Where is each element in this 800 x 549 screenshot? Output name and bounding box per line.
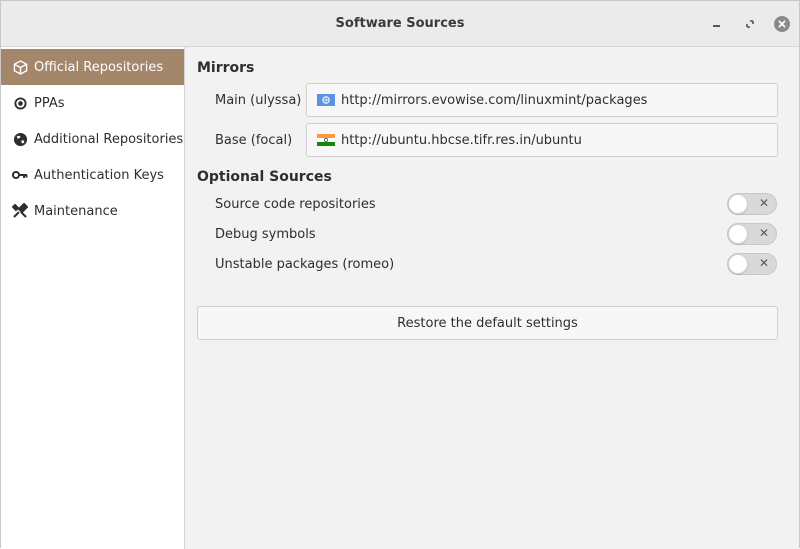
sidebar-item-label: PPAs bbox=[34, 95, 65, 111]
toggle-off-icon: ✕ bbox=[758, 196, 769, 210]
debug-symbols-label: Debug symbols bbox=[215, 227, 316, 242]
titlebar[interactable]: Software Sources bbox=[1, 1, 799, 47]
window-title: Software Sources bbox=[335, 16, 465, 31]
sidebar-item-official-repositories[interactable]: Official Repositories bbox=[1, 49, 184, 85]
restore-icon bbox=[746, 20, 754, 28]
optional-sources-heading: Optional Sources bbox=[197, 169, 332, 185]
main-mirror-url: http://mirrors.evowise.com/linuxmint/pac… bbox=[341, 92, 648, 108]
sidebar: Official Repositories PPAs Additional Re… bbox=[1, 47, 185, 549]
unstable-packages-label: Unstable packages (romeo) bbox=[215, 257, 395, 272]
debug-symbols-toggle[interactable]: ✕ bbox=[727, 223, 777, 245]
base-mirror-label: Base (focal) bbox=[215, 133, 293, 148]
ppa-icon bbox=[12, 95, 28, 111]
main-mirror-button[interactable]: http://mirrors.evowise.com/linuxmint/pac… bbox=[306, 83, 778, 117]
india-flag-icon bbox=[317, 134, 335, 146]
sidebar-item-ppas[interactable]: PPAs bbox=[1, 85, 184, 121]
main-mirror-label: Main (ulyssa) bbox=[215, 93, 302, 108]
key-icon bbox=[12, 167, 28, 183]
sidebar-item-label: Official Repositories bbox=[34, 59, 164, 75]
base-mirror-url: http://ubuntu.hbcse.tifr.res.in/ubuntu bbox=[341, 132, 582, 148]
sidebar-item-authentication-keys[interactable]: Authentication Keys bbox=[1, 157, 184, 193]
minimize-button[interactable] bbox=[707, 14, 727, 34]
un-flag-icon bbox=[317, 94, 335, 106]
close-button[interactable] bbox=[772, 14, 792, 34]
sidebar-item-additional-repositories[interactable]: Additional Repositories bbox=[1, 121, 184, 157]
base-mirror-button[interactable]: http://ubuntu.hbcse.tifr.res.in/ubuntu bbox=[306, 123, 778, 157]
globe-icon bbox=[12, 131, 28, 147]
sidebar-item-label: Additional Repositories bbox=[34, 131, 184, 147]
maximize-button[interactable] bbox=[740, 14, 760, 34]
mirrors-heading: Mirrors bbox=[197, 60, 255, 76]
main-content: Mirrors Main (ulyssa) http://mirrors.evo… bbox=[185, 47, 799, 549]
toggle-off-icon: ✕ bbox=[758, 226, 769, 240]
toggle-knob bbox=[728, 254, 748, 274]
restore-defaults-button[interactable]: Restore the default settings bbox=[197, 306, 778, 340]
minimize-icon bbox=[713, 25, 720, 27]
sidebar-item-label: Maintenance bbox=[34, 203, 118, 219]
unstable-packages-toggle[interactable]: ✕ bbox=[727, 253, 777, 275]
toggle-off-icon: ✕ bbox=[758, 256, 769, 270]
software-sources-window: Software Sources Official Repositories P… bbox=[0, 0, 800, 549]
restore-defaults-label: Restore the default settings bbox=[397, 315, 578, 331]
toggle-knob bbox=[728, 224, 748, 244]
source-code-toggle[interactable]: ✕ bbox=[727, 193, 777, 215]
box-icon bbox=[12, 59, 28, 75]
sidebar-item-label: Authentication Keys bbox=[34, 167, 164, 183]
sidebar-item-maintenance[interactable]: Maintenance bbox=[1, 193, 184, 229]
toggle-knob bbox=[728, 194, 748, 214]
source-code-label: Source code repositories bbox=[215, 197, 376, 212]
tools-icon bbox=[12, 203, 28, 219]
close-icon bbox=[774, 16, 790, 32]
